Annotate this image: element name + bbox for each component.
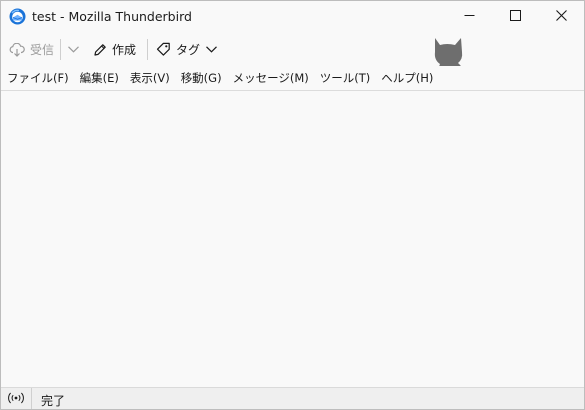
main-content-area [1, 91, 584, 387]
toolbar-separator [147, 39, 148, 60]
menu-tools[interactable]: ツール(T) [314, 66, 376, 90]
online-status-icon [7, 392, 25, 407]
menu-message[interactable]: メッセージ(M) [227, 66, 314, 90]
get-messages-label: 受信 [30, 43, 55, 57]
minimize-button[interactable] [446, 1, 492, 33]
window-title: test - Mozilla Thunderbird [32, 9, 192, 24]
close-button[interactable] [538, 1, 584, 33]
menu-bar: ファイル(F) 編集(E) 表示(V) 移動(G) メッセージ(M) ツール(T… [1, 66, 584, 91]
get-messages-button[interactable]: 受信 [9, 37, 54, 62]
tag-button[interactable]: タグ [156, 37, 217, 62]
write-label: 作成 [112, 43, 137, 57]
tag-icon [156, 42, 171, 57]
status-bar: 完了 [1, 387, 584, 409]
menu-view[interactable]: 表示(V) [124, 66, 175, 90]
maximize-button[interactable] [492, 1, 538, 33]
menu-go[interactable]: 移動(G) [175, 66, 227, 90]
toolbar-separator [60, 39, 61, 60]
chevron-down-icon [67, 46, 79, 53]
menu-help[interactable]: ヘルプ(H) [375, 66, 438, 90]
main-toolbar: 受信 作成 タグ [1, 33, 584, 66]
menu-edit[interactable]: 編集(E) [74, 66, 124, 90]
status-text: 完了 [41, 394, 66, 408]
pencil-icon [93, 43, 107, 57]
minimize-icon [464, 10, 475, 24]
chevron-down-icon [206, 46, 217, 53]
cloud-download-icon [9, 42, 25, 57]
online-status-button[interactable] [1, 388, 32, 409]
menu-file[interactable]: ファイル(F) [1, 66, 74, 90]
title-bar[interactable]: test - Mozilla Thunderbird [1, 1, 584, 33]
get-messages-dropdown[interactable] [63, 37, 83, 62]
tag-label: タグ [176, 43, 201, 57]
thunderbird-window: test - Mozilla Thunderbird 受信 作成 タグ ファイル… [0, 0, 585, 410]
thunderbird-logo-icon [9, 8, 26, 25]
maximize-icon [509, 10, 521, 24]
close-icon [555, 10, 567, 24]
write-button[interactable]: 作成 [93, 37, 136, 62]
